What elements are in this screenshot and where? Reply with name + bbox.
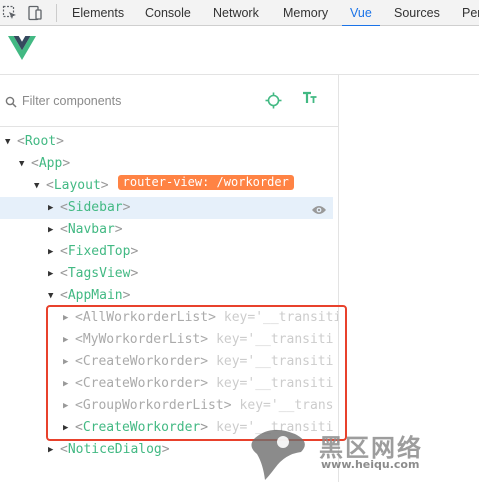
collapse-arrow-icon[interactable]: ▶ [48,219,60,241]
tree-node-sidebar[interactable]: ▶ <Sidebar> [0,197,333,219]
expand-arrow-icon[interactable]: ▼ [48,285,60,307]
tree-node-root[interactable]: ▼ <Root> [0,131,338,153]
devtools-tab-bar: Elements Console Network Memory Vue Sour… [0,0,479,27]
tree-node-appmain[interactable]: ▼ <AppMain> [0,285,338,307]
component-name: App [38,156,63,171]
tab-sources[interactable]: Sources [394,0,440,26]
component-name: FixedTop [67,244,131,259]
device-toolbar-icon[interactable] [27,5,43,21]
tab-network[interactable]: Network [213,0,259,26]
collapse-arrow-icon[interactable]: ▶ [48,439,60,461]
search-icon [5,95,17,113]
component-name: Sidebar [67,200,123,215]
filter-components-input[interactable] [22,91,242,111]
tab-elements[interactable]: Elements [72,0,124,26]
format-names-icon[interactable] [302,91,318,108]
watermark: 黑区网络 www.heiqu.com [245,424,479,482]
collapse-arrow-icon[interactable]: ▶ [48,241,60,263]
vue-devtools-header [0,26,479,75]
annotation-highlight-box [46,305,347,441]
toolbar-divider [56,4,57,22]
watermark-logo-icon [251,429,305,480]
component-name: NoticeDialog [67,442,162,457]
tree-node-tagsview[interactable]: ▶ <TagsView> [0,263,338,285]
tree-node-fixedtop[interactable]: ▶ <FixedTop> [0,241,338,263]
tab-vue[interactable]: Vue [342,0,380,27]
component-name: AppMain [67,288,123,303]
tree-node-layout[interactable]: ▼ <Layout> router-view: /workorder [0,175,338,197]
tree-node-app[interactable]: ▼ <App> [0,153,338,175]
inspect-element-icon[interactable] [2,5,18,21]
component-name: TagsView [67,266,131,281]
collapse-arrow-icon[interactable]: ▶ [48,197,60,219]
router-view-badge: router-view: /workorder [117,175,294,190]
component-name: Navbar [67,222,115,237]
filter-bar [0,75,338,127]
expand-arrow-icon[interactable]: ▼ [19,153,31,175]
tree-node-navbar[interactable]: ▶ <Navbar> [0,219,338,241]
tab-memory[interactable]: Memory [283,0,328,26]
select-component-target-icon[interactable] [265,92,282,114]
vue-logo-icon [8,36,36,66]
component-name: Root [24,134,57,149]
expand-arrow-icon[interactable]: ▼ [5,131,17,153]
watermark-url: www.heiqu.com [321,458,420,471]
tab-console[interactable]: Console [145,0,191,26]
component-name: Layout [53,178,101,193]
tab-performance[interactable]: Per [462,0,479,26]
collapse-arrow-icon[interactable]: ▶ [48,263,60,285]
expand-arrow-icon[interactable]: ▼ [34,175,46,197]
